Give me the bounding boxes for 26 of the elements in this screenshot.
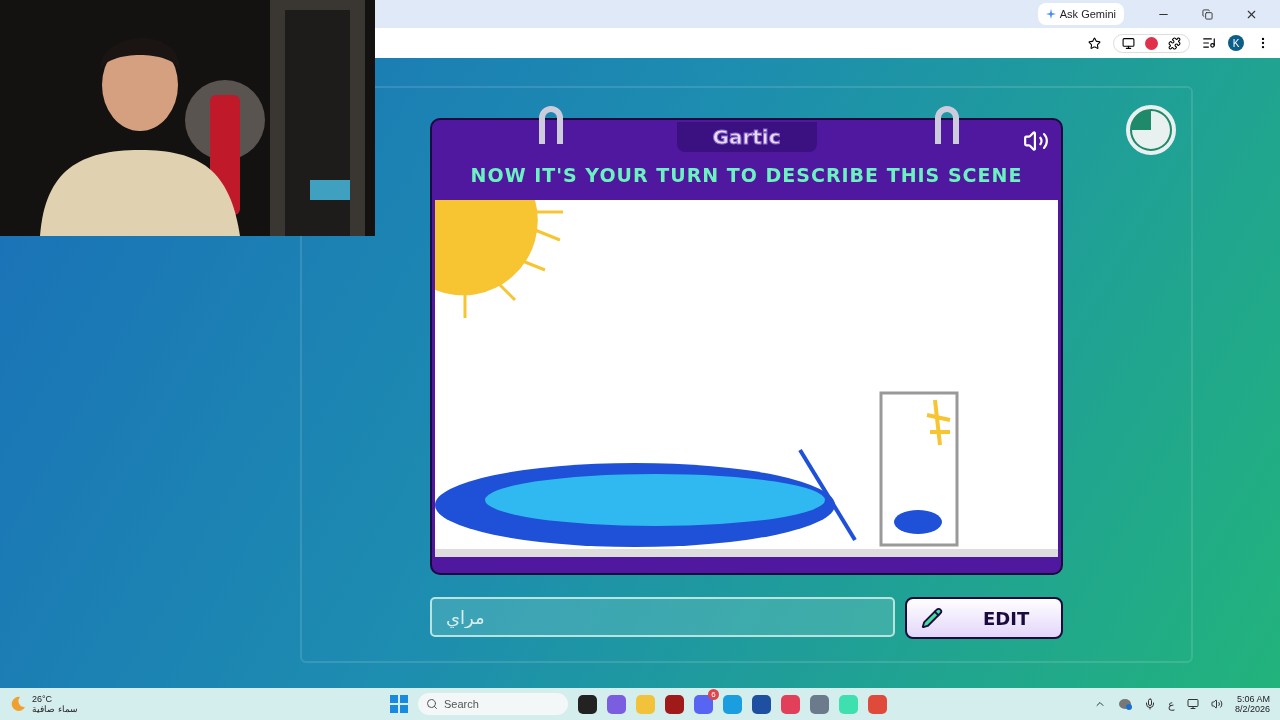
gartic-logo: Gartic: [676, 122, 817, 152]
instruction-text: NOW IT'S YOUR TURN TO DESCRIBE THIS SCENE: [470, 164, 1023, 186]
temperature-text: 26°C: [32, 694, 54, 704]
profile-avatar[interactable]: K: [1228, 35, 1244, 51]
restore-icon[interactable]: [1201, 8, 1213, 20]
pencil-icon: [921, 607, 943, 629]
taskbar-search-field[interactable]: Search: [418, 693, 568, 715]
cloud-icon[interactable]: [1117, 698, 1132, 710]
bookmark-star-icon[interactable]: [1088, 36, 1101, 50]
timer-icon: [1125, 104, 1177, 156]
search-placeholder: Search: [444, 698, 479, 710]
clock-time: 5:06 AM: [1236, 694, 1270, 704]
weather-condition-text: سماء صافية: [32, 704, 78, 714]
ask-gemini-button[interactable]: Ask Gemini: [1037, 3, 1124, 25]
volume-icon[interactable]: [1210, 698, 1223, 710]
media-icon[interactable]: [1202, 36, 1216, 50]
sparkle-icon: [1045, 9, 1056, 19]
start-button[interactable]: [390, 695, 408, 713]
notification-badge: 6: [708, 688, 719, 700]
input-language-indicator[interactable]: ع: [1167, 697, 1175, 711]
moon-icon: [10, 696, 26, 712]
microphone-icon[interactable]: [1143, 698, 1156, 710]
edit-button[interactable]: EDIT: [905, 597, 1063, 639]
clock-date: 8/2/2026: [1234, 704, 1270, 714]
extensions-icon[interactable]: [1168, 36, 1181, 50]
search-icon: [426, 698, 438, 710]
